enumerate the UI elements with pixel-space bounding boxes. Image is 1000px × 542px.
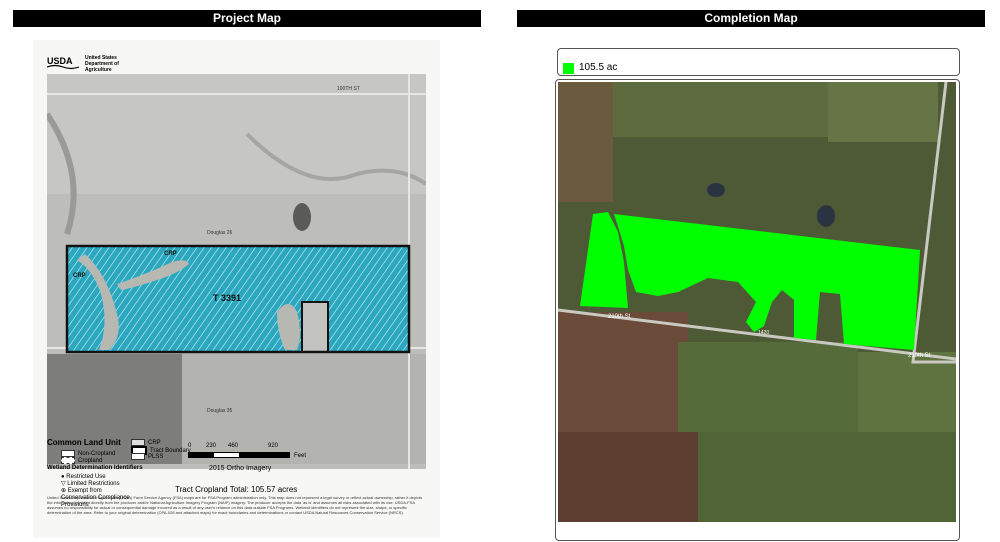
township-label-bottom: Douglas 35 [207,408,233,414]
satellite-map[interactable]: 210th St 210th St 1420 [558,82,956,522]
completion-map-header: Completion Map [517,10,985,27]
completion-swatch [563,63,574,74]
imagery-caption: 2015 Ortho Imagery [209,465,272,472]
legend-plss: PLSS [131,453,163,461]
crp-label-2: CRP [164,251,177,257]
legend-limited-restrictions: ▽ Limited Restrictions [61,481,120,487]
tract-cropland-total: Tract Cropland Total: 105.57 acres [175,485,298,494]
legend-title: Common Land Unit [47,438,121,447]
usda-wordmark: USDA [47,56,73,66]
road-label-2: 210th St [908,353,931,359]
crp-label-1: CRP [73,273,86,279]
disclaimer-text: United States Department of Agriculture … [47,495,423,515]
exempt-icon: ⊕ [61,488,68,494]
road-label-1: 210th St [608,314,631,320]
project-map-header: Project Map [13,10,481,27]
tract-label: T 3391 [213,293,241,303]
completion-map-frame: 210th St 210th St 1420 [555,79,960,541]
road-label-3: 1420 [758,330,769,336]
scale-bar: 0 230 460 920 Feet [188,443,307,459]
road-label-top: 100TH ST [337,86,360,92]
agency-name: United States Department of Agriculture [85,55,119,73]
legend-cropland: Cropland [61,457,102,465]
township-label-top: Douglas 26 [207,230,233,236]
wetland-title: Wetland Determination Identifiers [47,465,143,471]
legend-restricted-use: ● Restricted Use [61,474,106,480]
completion-acres-label: 105.5 ac [579,62,618,73]
tract-map: 100TH ST T 3391 CRP CRP Douglas 26 Dougl… [47,74,426,469]
project-map-scan: USDA United States Department of Agricul… [33,40,440,538]
completion-legend: 105.5 ac [557,48,960,76]
